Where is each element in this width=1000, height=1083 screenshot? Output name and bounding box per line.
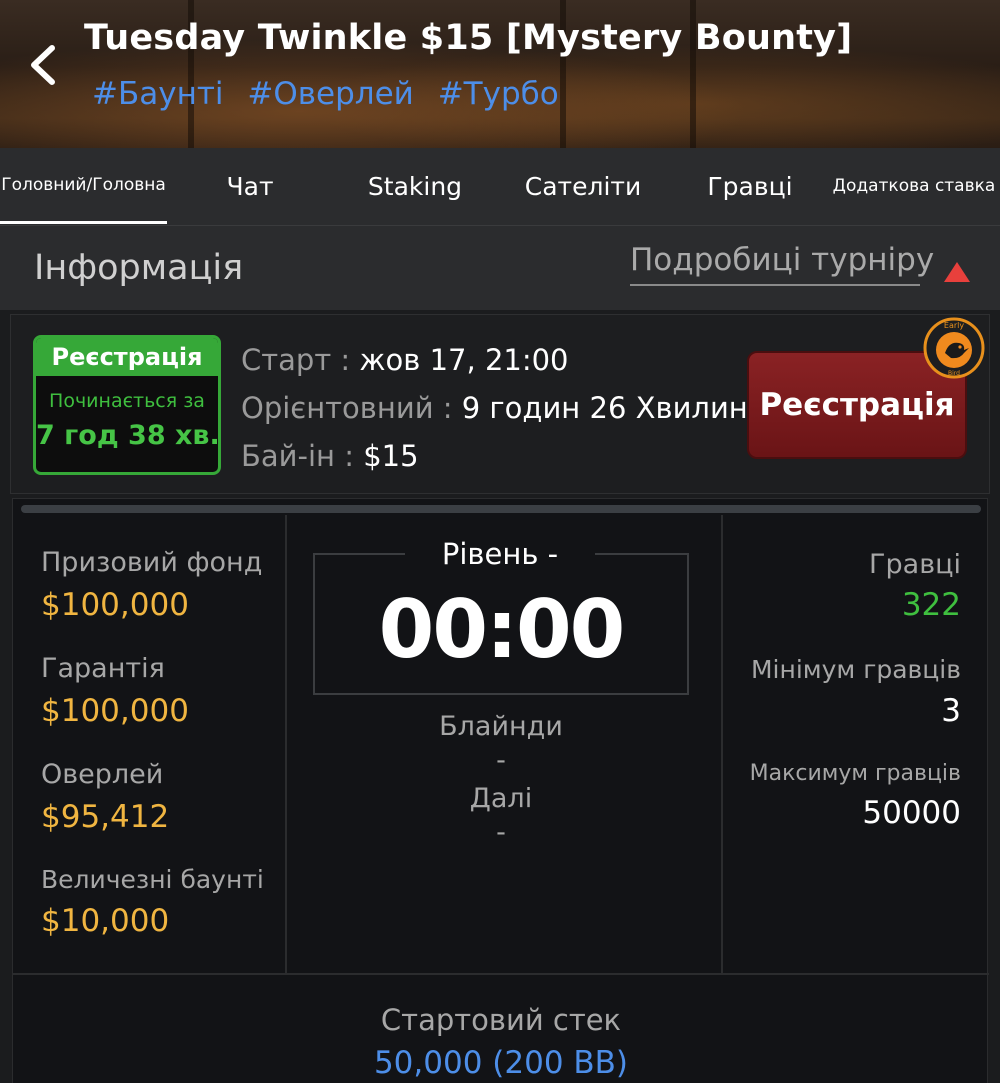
tab-staking[interactable]: Staking	[340, 148, 490, 224]
section-title: Інформація	[34, 248, 244, 288]
column-divider	[285, 515, 287, 973]
players-label: Гравці	[869, 549, 961, 580]
tournament-tags: #Баунті #Оверлей #Турбо	[92, 76, 573, 112]
start-value: жов 17, 21:00	[359, 343, 569, 377]
huge-bounty-label: Величезні баунті	[41, 865, 264, 894]
level-clock: 00:00	[378, 583, 626, 676]
starting-stack-label: Стартовий стек	[380, 1003, 622, 1037]
max-players-label: Максимум гравців	[749, 761, 961, 786]
players-count: 322	[901, 587, 961, 623]
start-label: Старт :	[241, 343, 351, 377]
start-time-row: Старт : жов 17, 21:00	[241, 343, 569, 377]
max-players-value: 50000	[862, 795, 961, 831]
chevron-left-icon	[31, 45, 55, 85]
estimated-duration-row: Орієнтовний : 9 годин 26 Хвилин	[241, 391, 748, 425]
starting-stack-value: 50,000 (200 BB)	[373, 1045, 629, 1081]
status-badge: Реєстрація Починається за 7 год 38 хв.	[33, 335, 221, 475]
guarantee-label: Гарантія	[41, 653, 165, 684]
registration-card: Реєстрація Починається за 7 год 38 хв. С…	[10, 314, 990, 494]
next-level-label: Далі	[469, 783, 533, 814]
progress-bar	[21, 505, 981, 513]
column-divider	[721, 515, 723, 973]
min-players-value: 3	[941, 693, 961, 729]
prize-pool-label: Призовий фонд	[41, 547, 263, 578]
starts-in-label: Починається за	[49, 390, 205, 412]
starts-in-value: 7 год 38 хв.	[36, 420, 220, 451]
info-row: Інформація Подробиці турніру	[0, 226, 1000, 310]
early-bird-icon: Early Bird	[923, 317, 985, 379]
row-divider	[13, 973, 989, 975]
buyin-label: Бай-ін :	[241, 439, 354, 473]
svg-text:Bird: Bird	[948, 370, 960, 377]
tag-turbo[interactable]: #Турбо	[438, 76, 559, 112]
next-level-value: -	[496, 817, 506, 848]
back-button[interactable]	[24, 40, 64, 90]
guarantee-value: $100,000	[41, 693, 189, 729]
level-label: Рівень -	[405, 537, 595, 571]
svg-text:Early: Early	[944, 321, 964, 330]
tab-chat[interactable]: Чат	[180, 148, 320, 224]
tab-players[interactable]: Гравці	[680, 148, 820, 224]
buyin-value: $15	[363, 439, 419, 473]
min-players-label: Мінімум гравців	[750, 655, 961, 684]
tournament-details-dropdown[interactable]: Подробиці турніру	[630, 242, 934, 286]
prize-pool-value: $100,000	[41, 587, 189, 623]
tournament-header: Tuesday Twinkle $15 [Mystery Bounty] #Ба…	[0, 0, 1000, 148]
huge-bounty-value: $10,000	[41, 903, 170, 939]
tournament-title: Tuesday Twinkle $15 [Mystery Bounty]	[84, 18, 853, 58]
buyin-row: Бай-ін : $15	[241, 439, 419, 473]
blinds-label: Блайнди	[439, 711, 563, 742]
status-label: Реєстрація	[36, 338, 218, 376]
tournament-stats-panel: Призовий фонд $100,000 Гарантія $100,000…	[12, 498, 989, 1083]
tag-overlay[interactable]: #Оверлей	[247, 76, 413, 112]
tab-bar: Головний/Головна Чат Staking Сателіти Гр…	[0, 148, 1000, 226]
tab-main[interactable]: Головний/Головна	[0, 148, 167, 224]
overlay-label: Оверлей	[41, 759, 164, 790]
tag-bounty[interactable]: #Баунті	[92, 76, 224, 112]
estimated-label: Орієнтовний :	[241, 391, 453, 425]
estimated-value: 9 годин 26 Хвилин	[461, 391, 748, 425]
tab-side-bet[interactable]: Додаткова ставка	[828, 148, 1000, 224]
blinds-value: -	[496, 745, 506, 776]
triangle-up-icon[interactable]	[944, 262, 970, 282]
overlay-value: $95,412	[41, 799, 170, 835]
tab-satellites[interactable]: Сателіти	[505, 148, 661, 224]
